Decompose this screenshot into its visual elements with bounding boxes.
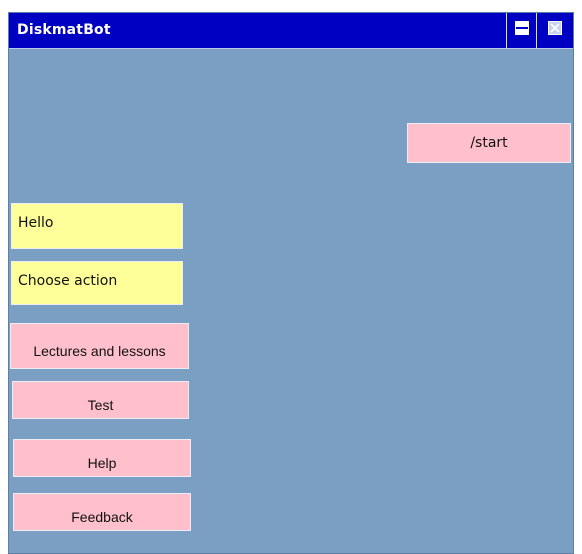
user-message: /start (407, 123, 571, 163)
bot-window: DiskmatBot /start Hello Choose action Le… (8, 12, 574, 554)
window-title: DiskmatBot (17, 22, 111, 38)
bot-message-hello: Hello (11, 203, 183, 249)
minimize-icon (515, 21, 529, 35)
minimize-button[interactable] (506, 13, 534, 48)
help-button[interactable]: Help (13, 439, 191, 477)
test-button[interactable]: Test (12, 381, 189, 419)
close-icon (548, 21, 562, 35)
feedback-button[interactable]: Feedback (13, 493, 191, 531)
lectures-and-lessons-button[interactable]: Lectures and lessons (10, 323, 189, 369)
title-bar: DiskmatBot (9, 13, 573, 49)
bot-message-choose-action: Choose action (11, 261, 183, 305)
close-button[interactable] (536, 13, 573, 48)
